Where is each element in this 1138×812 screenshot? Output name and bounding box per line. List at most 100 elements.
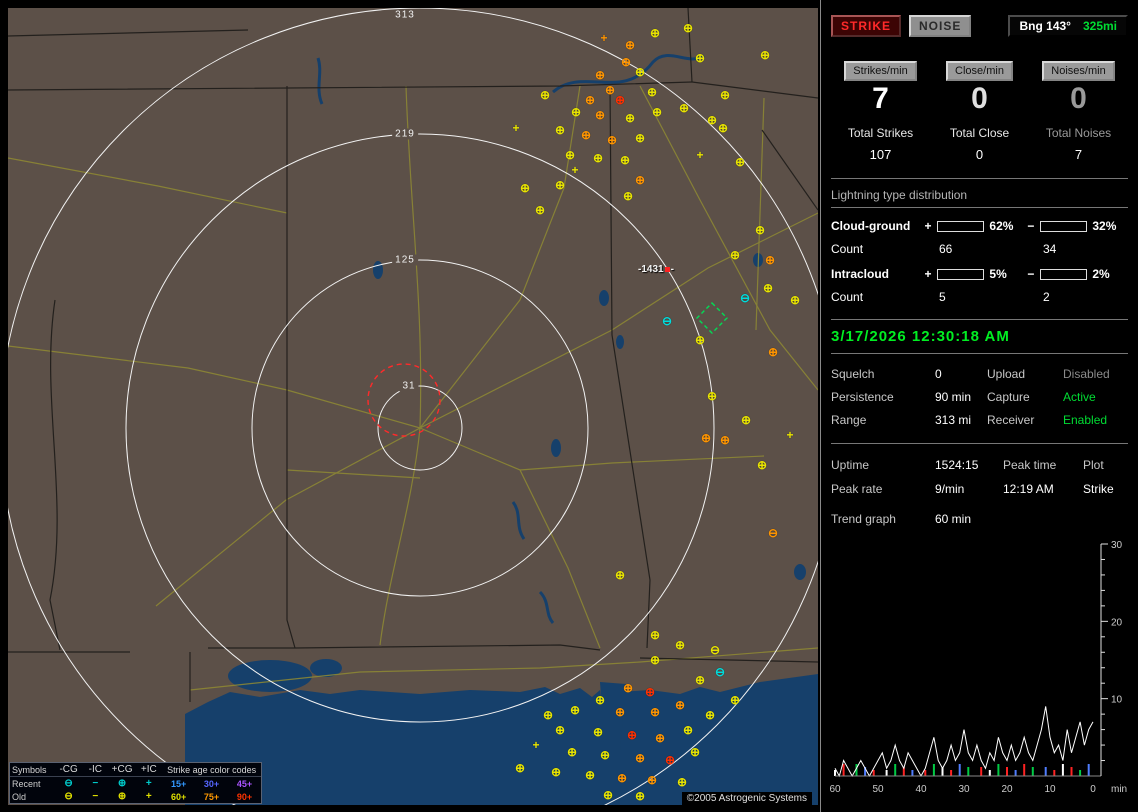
legend-header-pos-ic: +IC — [135, 763, 163, 777]
status-sidebar: STRIKE NOISE Bng 143° 325mi Strikes/min … — [820, 0, 1138, 812]
strike-symbol-icon: ⊕ — [634, 65, 646, 79]
cg-positive-count: 66 — [939, 242, 953, 256]
strike-symbol-icon: ⊕ — [646, 85, 658, 99]
strike-symbol-icon: ⊕ — [616, 771, 628, 785]
circle-plus-icon: ⊕ — [117, 778, 127, 789]
capture-label: Capture — [987, 390, 1030, 404]
svg-text:0: 0 — [1090, 784, 1096, 795]
tracked-cell-label: -1431 — [638, 264, 664, 275]
legend-header-neg-ic: -IC — [81, 763, 109, 777]
close-per-min-button[interactable]: Close/min — [946, 61, 1013, 81]
cg-positive-bar — [936, 220, 985, 232]
strikes-per-min-button[interactable]: Strikes/min — [844, 61, 917, 81]
total-noises-label: Total Noises — [1045, 126, 1112, 140]
svg-text:50: 50 — [872, 784, 884, 795]
strike-symbol-icon: ⊕ — [759, 48, 771, 62]
map-panel[interactable]: 313 219 125 31 + ⊕ ⊕ ⊕ ⊕ ⊕ ⊕ ⊕ ⊕ ⊕ ⊕ ⊕ ⊕ ⊕ ⊕ ⊕ ⊕ ⊕ ⊕ ⊕ ⊕ + ⊕ ⊕ ⊕… — [8, 8, 818, 805]
plus-icon: + — [145, 778, 152, 789]
circle-minus-icon: ⊖ — [64, 791, 73, 802]
intracloud-label: Intracloud — [831, 267, 890, 281]
range-ring-label: 219 — [392, 128, 418, 140]
strike-symbol-icon: + — [512, 121, 520, 135]
storm-cell-circle-icon — [367, 363, 441, 437]
strike-symbol-icon: ⊕ — [514, 761, 526, 775]
range-value: 325mi — [1082, 19, 1117, 33]
strike-symbol-icon: + — [786, 428, 794, 442]
cg-negative-count: 34 — [1043, 242, 1057, 256]
trend-graph: 10 20 30 60 50 40 30 20 10 0 min — [829, 536, 1128, 797]
strike-symbol-icon: ⊕ — [622, 189, 634, 203]
strike-symbol-icon: ⊕ — [704, 708, 716, 722]
total-strikes-value: 107 — [869, 147, 892, 162]
ic-negative-percent: 2% — [1092, 267, 1110, 281]
strike-mode-button[interactable]: STRIKE — [831, 15, 902, 37]
count-label: Count — [831, 242, 864, 256]
strike-symbol-icon: ⊕ — [594, 68, 606, 82]
strike-symbol-icon: ⊕ — [634, 751, 646, 765]
strike-symbol-icon: ⊕ — [682, 723, 694, 737]
circle-minus-icon: ⊖ — [64, 778, 73, 789]
receiver-label: Receiver — [987, 413, 1035, 427]
strike-symbol-icon: ⊕ — [762, 281, 774, 295]
strike-symbol-icon: ⊕ — [649, 628, 661, 642]
strike-symbol-icon: ⊕ — [767, 345, 779, 359]
noise-mode-button[interactable]: NOISE — [909, 15, 972, 37]
strike-symbol-icon: ⊕ — [619, 153, 631, 167]
strike-symbol-icon: ⊕ — [678, 101, 690, 115]
peak-time-label: Peak time — [1003, 458, 1057, 472]
strike-symbol-icon: ⊕ — [649, 26, 661, 40]
trend-graph-axis-labels: 10 20 30 60 50 40 30 20 10 0 min — [829, 540, 1127, 795]
strike-symbol-icon: ⊕ — [599, 748, 611, 762]
strike-symbol-icon: ⊕ — [706, 389, 718, 403]
persistence-value: 90 min — [935, 390, 972, 404]
range-setting-value: 313 mi — [935, 413, 972, 427]
legend-header-symbols: Symbols — [10, 763, 56, 777]
strike-symbol-icon: ⊕ — [620, 55, 632, 69]
strike-symbol-icon: ⊕ — [592, 725, 604, 739]
strike-symbol-icon: ⊕ — [554, 123, 566, 137]
total-strikes-label: Total Strikes — [847, 126, 914, 140]
strike-symbol-icon: ⊕ — [584, 93, 596, 107]
legend-header-pos-cg: +CG — [108, 763, 136, 777]
svg-text:20: 20 — [1111, 617, 1123, 628]
noises-per-min-button[interactable]: Noises/min — [1042, 61, 1115, 81]
status-grid: Squelch 0 Upload Disabled Persistence 90… — [831, 367, 1128, 427]
uptime-label: Uptime — [831, 458, 870, 472]
minus-icon: − — [92, 778, 99, 789]
plot-label: Plot — [1083, 458, 1104, 472]
strike-symbol-icon: ⊕ — [569, 703, 581, 717]
cg-positive-percent: 62% — [989, 219, 1014, 233]
strike-symbol-icon: ⊕ — [539, 88, 551, 102]
plus-icon: + — [145, 791, 152, 802]
strike-symbol-icon: ⊕ — [649, 705, 661, 719]
strike-symbol-icon: ⊖ — [714, 665, 726, 679]
strike-symbol-icon: ⊕ — [634, 131, 646, 145]
strike-symbol-icon: ⊕ — [694, 51, 706, 65]
strike-symbol-icon: ⊕ — [764, 253, 776, 267]
squelch-value: 0 — [935, 367, 942, 381]
strike-symbol-icon: + — [600, 31, 608, 45]
strike-symbol-icon: ⊕ — [634, 173, 646, 187]
svg-text:20: 20 — [1001, 784, 1013, 795]
legend-row-old-label: Old — [12, 791, 27, 802]
age-code: 15+ — [171, 778, 187, 789]
strike-symbol-icon: ⊕ — [519, 181, 531, 195]
distribution-title: Lightning type distribution — [831, 179, 1128, 208]
range-ring-label: 313 — [392, 9, 418, 21]
strike-symbol-icon: ⊕ — [550, 765, 562, 779]
trend-graph-label: Trend graph — [831, 512, 896, 526]
age-code: 75+ — [203, 791, 220, 802]
plot-value: Strike — [1083, 482, 1114, 496]
rate-boxes: Strikes/min 7 Total Strikes 107 Close/mi… — [831, 61, 1128, 162]
strike-symbol-icon: ⊖ — [739, 291, 751, 305]
positive-sign: + — [924, 267, 932, 281]
strike-symbol-icon: ⊕ — [614, 705, 626, 719]
strike-symbol-icon: ⊕ — [729, 693, 741, 707]
ic-positive-percent: 5% — [989, 267, 1007, 281]
svg-text:30: 30 — [1111, 540, 1123, 551]
strike-symbol-icon: ⊖ — [709, 643, 721, 657]
cloud-ground-row: Cloud-ground + 62% − 32% — [831, 219, 1128, 233]
strike-symbol-icon: ⊕ — [729, 248, 741, 262]
strike-symbol-icon: ⊕ — [756, 458, 768, 472]
svg-text:30: 30 — [958, 784, 970, 795]
